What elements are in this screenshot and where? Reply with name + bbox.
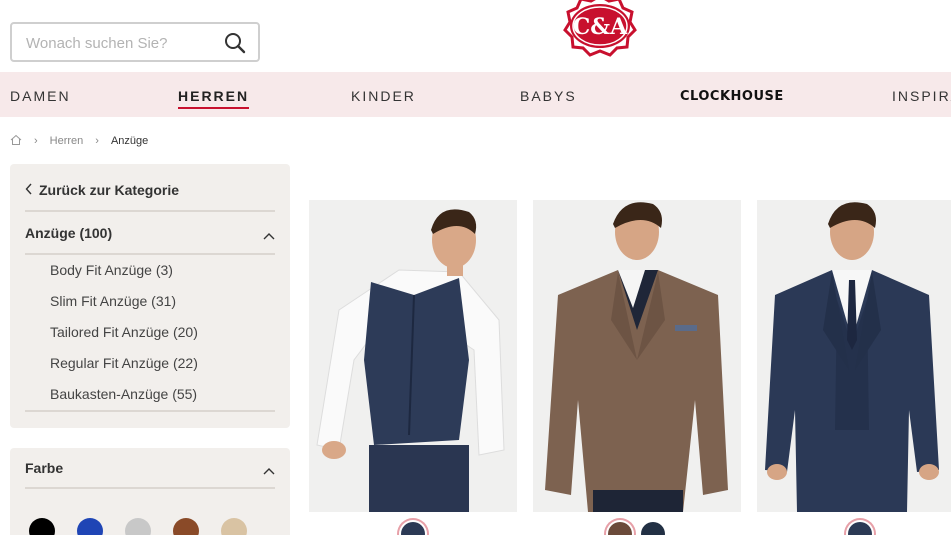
product-image xyxy=(309,200,517,512)
product-card[interactable] xyxy=(309,200,517,512)
category-filter-panel: Zurück zur Kategorie Anzüge (100) Body F… xyxy=(10,164,290,428)
header: C&A xyxy=(0,0,951,72)
product-color-option[interactable] xyxy=(848,522,872,535)
search-input[interactable] xyxy=(26,32,216,54)
product-color-option[interactable] xyxy=(641,522,665,535)
divider xyxy=(25,210,275,212)
category-accordion-header[interactable]: Anzüge (100) xyxy=(25,225,275,241)
subcategory-link[interactable]: Regular Fit Anzüge (22) xyxy=(50,355,198,371)
search-box xyxy=(10,22,260,62)
color-filter-panel: Farbe xyxy=(10,448,290,535)
chevron-up-icon xyxy=(263,462,275,478)
nav-item-kinder[interactable]: KINDER xyxy=(351,88,416,104)
nav-item-inspiration[interactable]: INSPIRA xyxy=(892,88,951,104)
product-image xyxy=(533,200,741,512)
product-color-option[interactable] xyxy=(401,522,425,535)
category-title: Anzüge (100) xyxy=(25,225,113,241)
color-swatch-black[interactable] xyxy=(29,518,55,535)
divider xyxy=(25,487,275,489)
product-card[interactable] xyxy=(533,200,741,512)
subcategory-link[interactable]: Body Fit Anzüge (3) xyxy=(50,262,173,278)
back-to-category-link[interactable]: Zurück zur Kategorie xyxy=(25,182,179,198)
divider xyxy=(25,253,275,255)
home-icon[interactable] xyxy=(10,134,22,149)
color-swatch-grey[interactable] xyxy=(125,518,151,535)
main-nav: DAMEN HERREN KINDER BABYS CLOCKHOUSE INS… xyxy=(0,72,951,117)
divider xyxy=(25,410,275,412)
product-image xyxy=(757,200,951,512)
back-link-label: Zurück zur Kategorie xyxy=(39,182,180,198)
breadcrumb-link-herren[interactable]: Herren xyxy=(50,135,84,147)
nav-item-clockhouse[interactable]: CLOCKHOUSE xyxy=(680,89,784,104)
breadcrumb: › Herren › Anzüge xyxy=(10,133,148,149)
color-swatch-beige[interactable] xyxy=(221,518,247,535)
svg-text:C&A: C&A xyxy=(573,14,628,40)
subcategory-link[interactable]: Slim Fit Anzüge (31) xyxy=(50,293,176,309)
product-card[interactable] xyxy=(757,200,951,512)
color-swatch-brown[interactable] xyxy=(173,518,199,535)
search-icon[interactable] xyxy=(222,30,248,56)
color-filter-title: Farbe xyxy=(25,460,64,476)
subcategory-link[interactable]: Tailored Fit Anzüge (20) xyxy=(50,324,198,340)
nav-item-damen[interactable]: DAMEN xyxy=(10,88,71,104)
chevron-up-icon xyxy=(263,227,275,243)
color-accordion-header[interactable]: Farbe xyxy=(25,460,275,476)
subcategory-link[interactable]: Baukasten-Anzüge (55) xyxy=(50,386,197,402)
breadcrumb-chevron-icon: › xyxy=(34,135,38,147)
breadcrumb-chevron-icon: › xyxy=(95,135,99,147)
product-color-option[interactable] xyxy=(608,522,632,535)
brand-logo[interactable]: C&A xyxy=(555,0,645,58)
breadcrumb-current: Anzüge xyxy=(110,135,149,147)
nav-item-herren[interactable]: HERREN xyxy=(178,88,250,109)
color-swatch-blue[interactable] xyxy=(77,518,103,535)
chevron-left-icon xyxy=(25,182,33,198)
nav-item-babys[interactable]: BABYS xyxy=(520,88,577,104)
